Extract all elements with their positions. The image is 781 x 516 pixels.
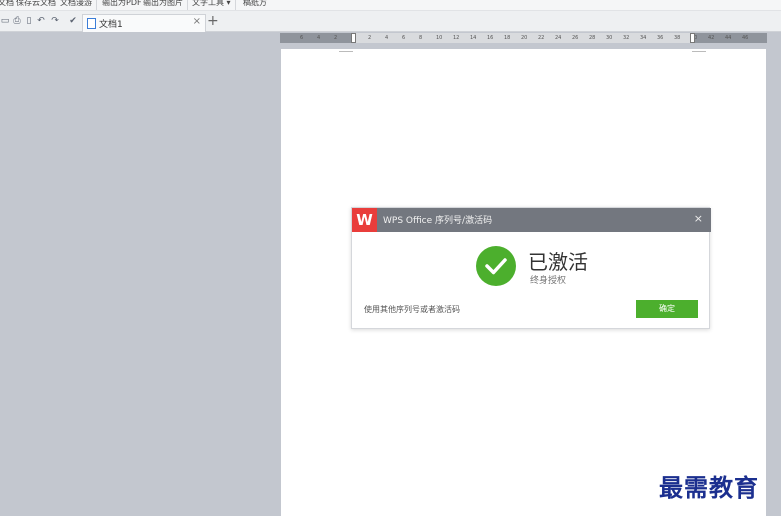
menu-bar: 文档 保存云文档 文档漫游 输出为PDF 输出为图片 文字工具 ▾ 稿纸方 [0, 0, 781, 11]
use-other-serial-link[interactable]: 使用其他序列号或者激活码 [364, 304, 460, 315]
ruler-tick-label: 8 [419, 35, 423, 41]
menu-item-export-pdf[interactable]: 输出为PDF [102, 0, 142, 8]
ruler-tick-label: 20 [521, 35, 528, 41]
menu-separator [96, 0, 97, 10]
license-type: 终身授权 [530, 276, 567, 286]
ruler-tick-label: 44 [725, 35, 732, 41]
dialog-title: WPS Office 序列号/激活码 [383, 216, 493, 226]
ruler-tick-label: 2 [368, 35, 372, 41]
ruler-tick-label: 18 [504, 35, 511, 41]
menu-item-save-cloud[interactable]: 保存云文档 [16, 0, 56, 8]
ruler-tick-label: 4 [385, 35, 389, 41]
menu-item-export-image[interactable]: 输出为图片 [143, 0, 183, 8]
ruler-tick-label: 30 [606, 35, 613, 41]
ruler-tick-label: 36 [657, 35, 664, 41]
ruler-tick-label: 6 [402, 35, 406, 41]
menu-item-doc-roaming[interactable]: 文档漫游 [60, 0, 92, 8]
tab-label: 文档1 [99, 20, 123, 30]
close-tab-icon[interactable]: × [193, 16, 201, 27]
ruler-tick-label: 22 [538, 35, 545, 41]
close-icon[interactable]: × [694, 212, 703, 225]
confirm-button[interactable]: 确定 [636, 300, 698, 318]
tab-document-1[interactable]: 文档1 × [82, 14, 206, 32]
wps-logo-icon: W [352, 208, 377, 232]
horizontal-ruler[interactable]: 6422468101214161820222426283032343638404… [280, 33, 767, 43]
print-icon[interactable]: ⎙ [12, 16, 22, 26]
checkmark-icon [476, 246, 516, 286]
format-painter-icon[interactable]: ✔ [68, 16, 78, 26]
preview-icon[interactable]: ▯ [24, 16, 34, 26]
ruler-tick-label: 42 [708, 35, 715, 41]
menu-item-text-tools[interactable]: 文字工具 ▾ [192, 0, 231, 8]
ruler-tick-label: 10 [436, 35, 443, 41]
ruler-tick-label: 16 [487, 35, 494, 41]
watermark-logo: 最需教育 [659, 473, 759, 502]
ruler-tick-label: 14 [470, 35, 477, 41]
ruler-tick-label: 32 [623, 35, 630, 41]
redo-icon[interactable]: ↷ [50, 16, 60, 26]
tab-bar: ▭ ⎙ ▯ ↶ ↷ ✔ 文档1 × + [0, 11, 781, 32]
menu-separator [187, 0, 188, 10]
dialog-header[interactable]: W WPS Office 序列号/激活码 × [352, 208, 711, 232]
new-file-icon[interactable]: ▭ [0, 16, 10, 26]
ruler-tick-label: 34 [640, 35, 647, 41]
ruler-tick-label: 24 [555, 35, 562, 41]
activation-status: 已激活 [528, 250, 588, 274]
ruler-tick-label: 12 [453, 35, 460, 41]
ruler-tick-label: 26 [572, 35, 579, 41]
activation-dialog: W WPS Office 序列号/激活码 × 已激活 终身授权 使用其他序列号或… [351, 207, 711, 329]
new-tab-button[interactable]: + [207, 14, 219, 28]
ruler-tick-label: 38 [674, 35, 681, 41]
ruler-tick-label: 28 [589, 35, 596, 41]
margin-corner-mark [339, 51, 353, 52]
ruler-tick-label: 4 [317, 35, 321, 41]
document-icon [87, 18, 96, 29]
undo-icon[interactable]: ↶ [36, 16, 46, 26]
menu-item-document[interactable]: 文档 [0, 0, 14, 8]
menu-item-manuscript[interactable]: 稿纸方 [243, 0, 267, 8]
ruler-tick-label: 6 [300, 35, 304, 41]
right-indent-marker[interactable] [690, 33, 695, 43]
margin-corner-mark [692, 51, 706, 52]
left-indent-marker[interactable] [351, 33, 356, 43]
menu-separator [235, 0, 236, 10]
ruler-tick-label: 46 [742, 35, 749, 41]
ruler-tick-label: 2 [334, 35, 338, 41]
